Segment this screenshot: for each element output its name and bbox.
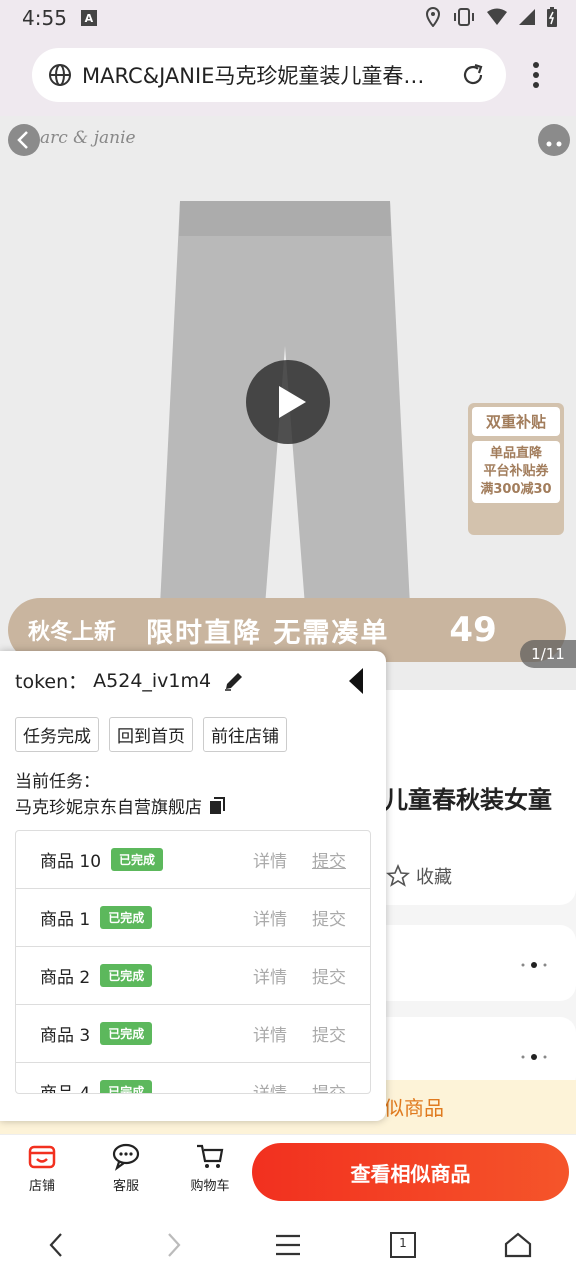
status-badge: 已完成 <box>100 906 153 929</box>
forward-icon[interactable] <box>158 1230 188 1260</box>
promo-badge: 双重补贴 单品直降 平台补贴券 满300减30 <box>468 403 564 535</box>
table-row: 商品 2 已完成 详情 提交 <box>16 947 370 1005</box>
status-bar: 4:55 A <box>0 0 576 36</box>
similar-strip-label: 似商品 <box>384 1096 444 1120</box>
detail-link[interactable]: 详情 <box>253 1021 287 1046</box>
copy-icon[interactable] <box>208 796 228 816</box>
promo-detail: 单品直降 平台补贴券 满300减30 <box>472 441 560 503</box>
submit-link[interactable]: 提交 <box>312 1021 346 1046</box>
token-label: token： <box>15 671 88 693</box>
detail-link[interactable]: 详情 <box>253 847 287 872</box>
cart-icon <box>197 1144 224 1168</box>
chevron-left-icon <box>17 131 28 149</box>
product-image[interactable]: arc & janie 双重补贴 单品直降 平台补贴券 满300减30 秋冬上新… <box>0 116 576 691</box>
more-dots-icon <box>546 141 562 147</box>
item-name: 商品 1 <box>40 910 91 930</box>
status-badge: 已完成 <box>111 848 164 871</box>
task-panel: token： A524_iv1m4 任务完成 回到首页 前往店铺 当前任务： 马… <box>0 651 386 1121</box>
item-name: 商品 10 <box>40 852 102 872</box>
browser-toolbar: MARC&JANIE马克珍妮童装儿童春… <box>0 36 576 116</box>
product-title: 儿童春秋装女童 <box>384 786 552 814</box>
table-row: 商品 1 已完成 详情 提交 <box>16 889 370 947</box>
submit-link[interactable]: 提交 <box>312 905 346 930</box>
tab-count: 1 <box>399 1236 407 1250</box>
url-bar[interactable]: MARC&JANIE马克珍妮童装儿童春… <box>32 48 506 102</box>
item-name: 商品 3 <box>40 1026 91 1046</box>
bottom-action-bar: 店铺 客服 购物车 查看相似商品 <box>0 1134 576 1209</box>
token-row: token： A524_iv1m4 <box>15 667 245 694</box>
back-home-button[interactable]: 回到首页 <box>109 717 193 752</box>
ellipsis-icon <box>521 962 547 968</box>
shop-icon <box>28 1145 56 1169</box>
status-badge: 已完成 <box>100 1080 153 1093</box>
location-icon <box>425 7 441 27</box>
service-button[interactable]: 客服 <box>96 1141 156 1194</box>
detail-link[interactable]: 详情 <box>253 905 287 930</box>
view-similar-button[interactable]: 查看相似商品 <box>252 1143 569 1201</box>
status-badge: 已完成 <box>100 1022 153 1045</box>
table-row: 商品 3 已完成 详情 提交 <box>16 1005 370 1063</box>
more-button[interactable] <box>538 124 570 156</box>
banner-slogan: 限时直降 无需凑单 <box>146 617 390 649</box>
menu-dots-icon[interactable] <box>526 60 546 90</box>
browser-nav-bar: 1 <box>0 1208 576 1280</box>
battery-icon <box>547 7 557 27</box>
current-task-label: 当前任务： <box>15 772 100 792</box>
table-row: 商品 10 已完成 详情 提交 <box>16 831 370 889</box>
cart-label: 购物车 <box>190 1179 230 1194</box>
status-time: 4:55 <box>22 6 67 30</box>
detail-link[interactable]: 详情 <box>253 1079 287 1093</box>
item-name: 商品 4 <box>40 1084 91 1094</box>
task-table: 商品 10 已完成 详情 提交 商品 1 已完成 详情 提交 商品 2 已完成 … <box>15 830 371 1094</box>
menu-icon[interactable] <box>273 1230 303 1260</box>
favorite-button[interactable]: 收藏 <box>386 863 452 889</box>
service-label: 客服 <box>112 1179 139 1194</box>
promo-line2: 单品直降 <box>489 446 542 461</box>
detail-link[interactable]: 详情 <box>253 963 287 988</box>
ellipsis-icon <box>521 1054 547 1060</box>
shop-label: 店铺 <box>28 1179 55 1194</box>
chat-icon <box>112 1143 140 1171</box>
promo-line3: 平台补贴券 <box>483 464 549 479</box>
brand-logo: arc & janie <box>40 128 136 148</box>
submit-link[interactable]: 提交 <box>312 847 346 872</box>
back-icon[interactable] <box>42 1230 72 1260</box>
item-name: 商品 2 <box>40 968 91 988</box>
panel-button-row: 任务完成 回到首页 前往店铺 <box>15 717 287 752</box>
collapse-arrow-icon[interactable] <box>348 667 364 695</box>
cart-button[interactable]: 购物车 <box>180 1141 240 1194</box>
back-button[interactable] <box>8 124 40 156</box>
globe-icon <box>49 64 71 86</box>
home-icon[interactable] <box>503 1230 533 1260</box>
status-badge: 已完成 <box>100 964 153 987</box>
task-complete-button[interactable]: 任务完成 <box>15 717 99 752</box>
current-task-text: 马克珍妮京东自营旗舰店 <box>15 798 202 818</box>
banner-price: 49 <box>449 610 497 650</box>
vibrate-icon <box>454 8 474 26</box>
tabs-button[interactable]: 1 <box>388 1230 418 1260</box>
a-icon: A <box>80 10 97 26</box>
wifi-icon <box>487 8 507 25</box>
table-row: 商品 4 已完成 详情 提交 <box>16 1063 370 1094</box>
star-icon <box>386 864 410 887</box>
reload-icon[interactable] <box>460 62 486 88</box>
promo-line4: 满300减30 <box>480 482 552 497</box>
token-value: A524_iv1m4 <box>93 669 212 692</box>
shop-button[interactable]: 店铺 <box>12 1141 72 1194</box>
play-button[interactable] <box>246 360 330 444</box>
image-counter: 1/11 <box>520 640 576 668</box>
submit-link[interactable]: 提交 <box>312 1079 346 1093</box>
play-icon <box>279 386 306 418</box>
favorite-label: 收藏 <box>416 867 452 888</box>
signal-icon <box>519 9 535 25</box>
edit-icon[interactable] <box>223 670 245 692</box>
url-text[interactable]: MARC&JANIE马克珍妮童装儿童春… <box>82 60 444 90</box>
submit-link[interactable]: 提交 <box>312 963 346 988</box>
current-task-name: 马克珍妮京东自营旗舰店 <box>15 793 228 818</box>
promo-line1: 双重补贴 <box>472 407 560 436</box>
banner-tag: 秋冬上新 <box>28 620 117 645</box>
go-store-button[interactable]: 前往店铺 <box>203 717 287 752</box>
